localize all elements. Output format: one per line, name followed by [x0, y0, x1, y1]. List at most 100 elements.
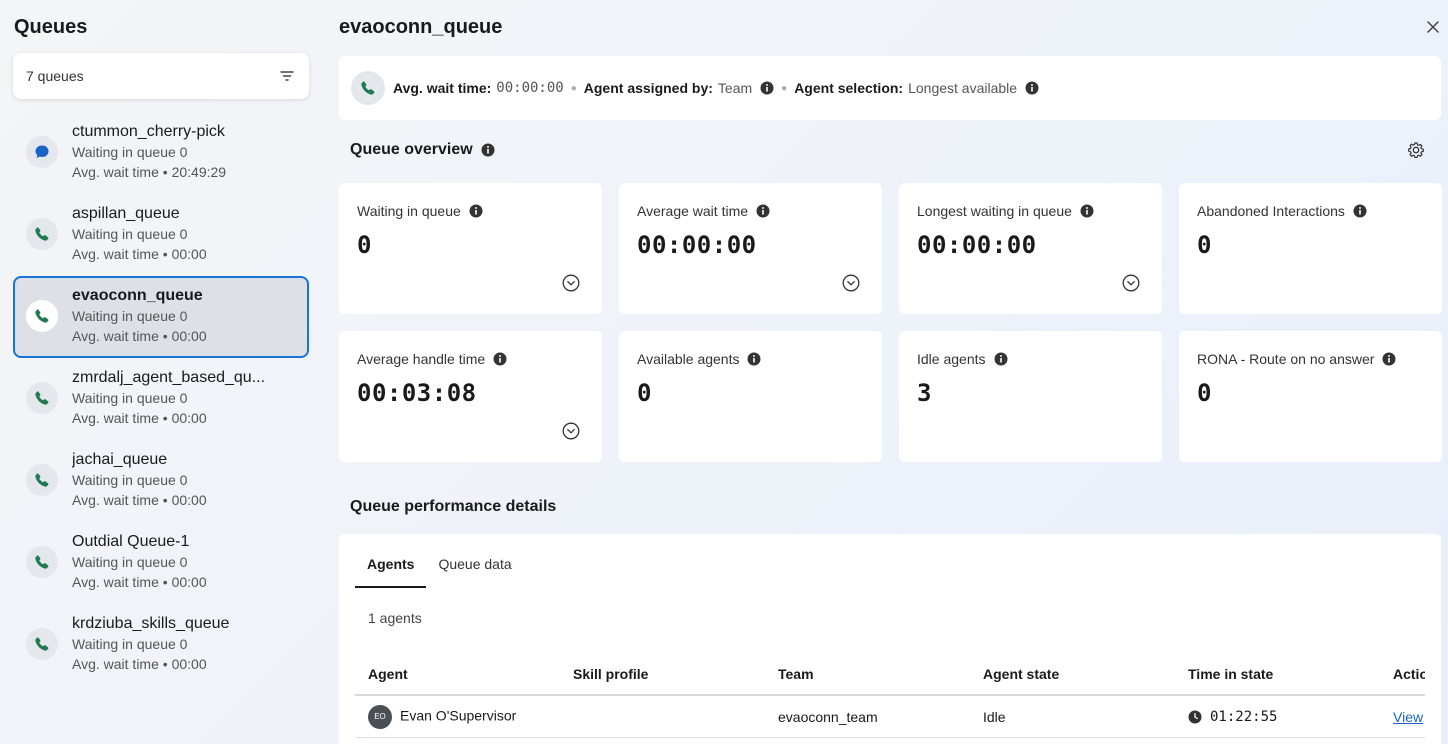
team-cell: evaoconn_team: [778, 708, 878, 725]
close-icon: [1427, 21, 1439, 33]
expand-chevron-button[interactable]: [842, 274, 860, 292]
queue-item-jachai-queue[interactable]: jachai_queue Waiting in queue 0 Avg. wai…: [13, 440, 309, 522]
separator-dot: ●: [570, 82, 577, 94]
column-header-team[interactable]: Team: [765, 666, 970, 682]
column-header-skill-profile[interactable]: Skill profile: [560, 666, 765, 682]
expand-chevron-button[interactable]: [562, 274, 580, 292]
queue-item-zmrdalj-agent-based[interactable]: zmrdalj_agent_based_qu... Waiting in que…: [13, 358, 309, 440]
column-header-agent-state[interactable]: Agent state: [970, 666, 1175, 682]
queue-avg-wait: Avg. wait time • 00:00: [72, 328, 207, 344]
time-in-state-value: 01:22:55: [1210, 709, 1278, 725]
queue-item-ctummon-cherry-pick[interactable]: ctummon_cherry-pick Waiting in queue 0 A…: [13, 112, 309, 194]
queue-waiting: Waiting in queue 0: [72, 308, 188, 324]
queue-waiting: Waiting in queue 0: [72, 472, 188, 488]
metric-label: Average wait time: [637, 203, 749, 219]
info-icon[interactable]: [760, 81, 774, 95]
metric-value: 00:00:00: [637, 231, 757, 259]
sidebar-title: Queues: [14, 16, 88, 38]
agents-count: 1 agents: [368, 610, 422, 626]
column-header-time-in-state[interactable]: Time in state: [1175, 666, 1380, 682]
performance-tabs: Agents Queue data: [355, 552, 524, 588]
phone-icon: [26, 464, 58, 496]
expand-chevron-button[interactable]: [562, 422, 580, 440]
avatar: EO: [368, 704, 392, 729]
queue-waiting: Waiting in queue 0: [72, 390, 188, 406]
section-title-text: Queue overview: [350, 141, 473, 158]
chevron-down-icon: [842, 274, 860, 292]
queue-avg-wait: Avg. wait time • 20:49:29: [72, 164, 227, 180]
queue-count: 7 queues: [26, 68, 84, 84]
settings-gear-button[interactable]: [1408, 142, 1426, 160]
metric-card-waiting-in-queue: Waiting in queue 0: [339, 183, 602, 314]
chat-icon: [26, 136, 58, 168]
separator-dot: ●: [781, 82, 788, 94]
metric-value: 0: [357, 231, 372, 259]
view-link[interactable]: View: [1393, 709, 1423, 725]
close-button[interactable]: [1424, 18, 1442, 36]
avg-wait-label: Avg. wait time:: [393, 80, 492, 96]
queue-item-evaoconn-queue[interactable]: evaoconn_queue Waiting in queue 0 Avg. w…: [13, 276, 309, 358]
metric-card-abandoned-interactions: Abandoned Interactions 0: [1179, 183, 1442, 314]
phone-icon: [26, 628, 58, 660]
info-icon[interactable]: [1025, 81, 1039, 95]
queue-list: ctummon_cherry-pick Waiting in queue 0 A…: [13, 112, 309, 686]
info-icon[interactable]: [469, 204, 483, 218]
column-header-action[interactable]: Actio: [1380, 666, 1425, 682]
info-icon[interactable]: [747, 352, 761, 366]
queue-name: Outdial Queue-1: [72, 533, 190, 550]
info-icon[interactable]: [1353, 204, 1367, 218]
info-icon[interactable]: [756, 204, 770, 218]
metric-value: 0: [1197, 231, 1212, 259]
column-header-agent[interactable]: Agent: [355, 666, 560, 682]
queue-item-krdziuba-skills-queue[interactable]: krdziuba_skills_queue Waiting in queue 0…: [13, 604, 309, 686]
table-row: EO Evan O'Supervisor evaoconn_team Idle 0…: [355, 696, 1425, 738]
chevron-down-icon: [1122, 274, 1140, 292]
queue-overview-title: Queue overview: [350, 141, 495, 159]
queue-name: jachai_queue: [72, 451, 168, 468]
filter-icon[interactable]: [279, 68, 295, 84]
metric-label: Waiting in queue: [357, 203, 461, 219]
chevron-down-icon: [562, 274, 580, 292]
info-icon[interactable]: [994, 352, 1008, 366]
action-cell: View: [1380, 709, 1425, 725]
performance-panel: Agents Queue data 1 agents Agent Skill p…: [339, 534, 1441, 744]
metric-label: RONA - Route on no answer: [1197, 351, 1375, 367]
queue-filter-bar[interactable]: 7 queues: [13, 53, 309, 99]
queue-waiting: Waiting in queue 0: [72, 554, 188, 570]
metric-label: Longest waiting in queue: [917, 203, 1072, 219]
queue-info-bar: Avg. wait time: 00:00:00 ● Agent assigne…: [339, 56, 1441, 120]
queue-avg-wait: Avg. wait time • 00:00: [72, 656, 207, 672]
queue-item-outdial-queue-1[interactable]: Outdial Queue-1 Waiting in queue 0 Avg. …: [13, 522, 309, 604]
agent-state-cell: Idle: [983, 708, 1006, 725]
info-icon[interactable]: [1382, 352, 1396, 366]
queue-avg-wait: Avg. wait time • 00:00: [72, 246, 207, 262]
metric-label: Abandoned Interactions: [1197, 203, 1345, 219]
queue-name: krdziuba_skills_queue: [72, 615, 230, 632]
chevron-down-icon: [562, 422, 580, 440]
metric-value: 00:03:08: [357, 379, 477, 407]
metric-label: Available agents: [637, 351, 740, 367]
phone-icon: [26, 546, 58, 578]
table-header: Agent Skill profile Team Agent state Tim…: [355, 654, 1425, 696]
metric-card-average-wait-time: Average wait time 00:00:00: [619, 183, 882, 314]
expand-chevron-button[interactable]: [1122, 274, 1140, 292]
tab-agents[interactable]: Agents: [355, 552, 427, 588]
queue-avg-wait: Avg. wait time • 00:00: [72, 574, 207, 590]
info-icon[interactable]: [481, 143, 495, 157]
metric-card-average-handle-time: Average handle time 00:03:08: [339, 331, 602, 462]
agent-assigned-value: Team: [717, 80, 753, 96]
queue-item-aspillan-queue[interactable]: aspillan_queue Waiting in queue 0 Avg. w…: [13, 194, 309, 276]
agent-name: Evan O'Supervisor: [400, 707, 517, 724]
queue-name: zmrdalj_agent_based_qu...: [72, 369, 266, 386]
agent-cell: EO Evan O'Supervisor: [355, 704, 560, 729]
queues-sidebar: Queues 7 queues ctummon_cherry-pick Wait…: [0, 0, 322, 744]
queue-waiting: Waiting in queue 0: [72, 226, 188, 242]
queue-waiting: Waiting in queue 0: [72, 144, 188, 160]
metric-card-available-agents: Available agents 0: [619, 331, 882, 462]
info-icon[interactable]: [493, 352, 507, 366]
metric-label: Average handle time: [357, 351, 486, 367]
info-icon[interactable]: [1080, 204, 1094, 218]
queue-name: aspillan_queue: [72, 205, 180, 222]
tab-queue-data[interactable]: Queue data: [426, 552, 523, 588]
agent-selection-label: Agent selection:: [794, 80, 904, 96]
